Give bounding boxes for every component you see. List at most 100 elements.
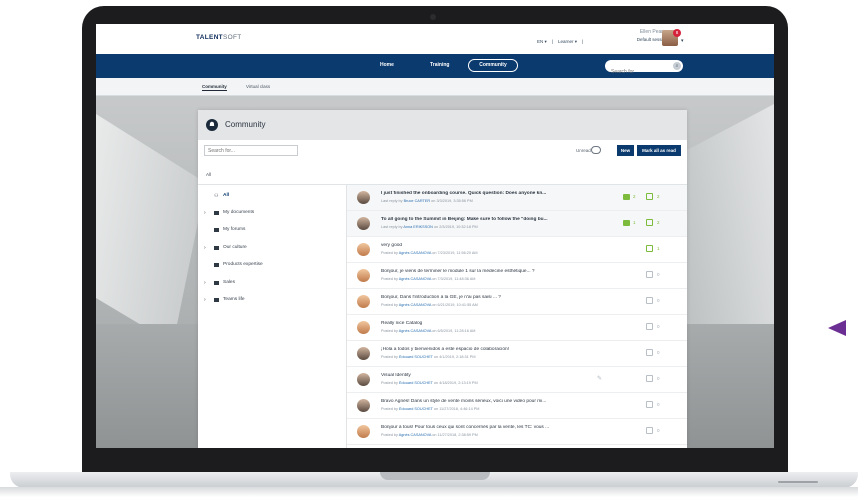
like-icon[interactable] xyxy=(646,427,653,434)
like-count: 0 xyxy=(657,350,660,355)
post-title[interactable]: Bravo Agnès! Dans un style de vente moin… xyxy=(381,399,603,404)
tree-item[interactable]: › Our culture xyxy=(198,241,346,255)
author-link[interactable]: Bruce CARTER xyxy=(404,199,431,203)
post-title[interactable]: I just finished the onboarding course. Q… xyxy=(381,191,603,196)
chevron-right-icon[interactable]: › xyxy=(204,210,206,216)
author-avatar[interactable] xyxy=(357,269,370,282)
post-meta-prefix: Posted by xyxy=(381,407,399,411)
notification-badge[interactable]: 8 xyxy=(673,29,681,37)
tree-item[interactable]: Products expertise xyxy=(198,258,346,272)
tree-item[interactable]: › Sales xyxy=(198,276,346,290)
author-link[interactable]: Agnès CASANOVA xyxy=(399,251,431,255)
author-avatar[interactable] xyxy=(357,295,370,308)
list-item[interactable]: I just finished the onboarding course. Q… xyxy=(347,185,687,211)
tree-item[interactable]: My forums xyxy=(198,223,346,237)
comment-count: 1 xyxy=(633,220,636,225)
separator: | xyxy=(551,39,553,44)
like-count: 0 xyxy=(657,298,660,303)
nav-home[interactable]: Home xyxy=(380,62,394,68)
user-menu-chevron-icon[interactable]: ▾ xyxy=(681,38,684,44)
like-count: 2 xyxy=(657,194,660,199)
like-icon[interactable] xyxy=(646,349,653,356)
list-item[interactable]: very good Posted by Agnès CASANOVA on 7/2… xyxy=(347,237,687,263)
community-search-input[interactable] xyxy=(204,145,298,156)
author-link[interactable]: Édouard SOUCHET xyxy=(399,381,433,385)
author-link[interactable]: Édouard SOUCHET xyxy=(399,407,433,411)
post-title[interactable]: Bonjour à tous! Pour tous ceux qui sont … xyxy=(381,425,603,430)
post-title[interactable]: Bonjour, Dans l'introduction à la GE, je… xyxy=(381,295,603,300)
nav-community[interactable]: Community xyxy=(468,59,518,72)
filter-all[interactable]: All xyxy=(206,172,211,177)
post-title[interactable]: ¡Hola a todos y bienvenidos a este espac… xyxy=(381,347,603,352)
list-item[interactable]: Really nice Catalog Posted by Agnès CASAN… xyxy=(347,315,687,341)
tab-virtual-class[interactable]: Virtual class xyxy=(246,84,270,89)
search-icon[interactable]: ⌕ xyxy=(673,62,681,70)
author-avatar[interactable] xyxy=(357,191,370,204)
nav-search-input[interactable] xyxy=(605,66,669,78)
author-link[interactable]: Agnès CASANOVA xyxy=(399,277,431,281)
list-item[interactable]: Bonjour, Dans l'introduction à la GE, je… xyxy=(347,289,687,315)
tree-item[interactable]: › My documents xyxy=(198,206,346,220)
post-title[interactable]: Bonjour, je viens de terminer le module … xyxy=(381,269,603,274)
unread-toggle[interactable] xyxy=(591,146,601,154)
post-meta: Posted by Agnès CASANOVA on 6/5/2019, 11… xyxy=(381,329,603,333)
tree-item[interactable]: › Teams life xyxy=(198,293,346,307)
list-item[interactable]: Bonjour, je viens de terminer le module … xyxy=(347,263,687,289)
laptop-mockup: TALENTSOFT EN ▾ | Learner ▾ | Ellen Pear… xyxy=(0,0,858,497)
post-meta-prefix: Last reply by xyxy=(381,225,404,229)
folder-icon xyxy=(214,246,219,250)
author-link[interactable]: Agnès CASANOVA xyxy=(399,433,431,437)
community-icon: ☗ xyxy=(206,119,218,131)
logo-suffix-text: SOFT xyxy=(222,34,242,41)
author-avatar[interactable] xyxy=(357,347,370,360)
list-item[interactable]: Bonjour à tous! Pour tous ceux qui sont … xyxy=(347,419,687,445)
like-icon[interactable] xyxy=(646,297,653,304)
list-item[interactable]: Visual Identity Posted by Édouard SOUCHET… xyxy=(347,367,687,393)
author-link[interactable]: Édouard SOUCHET xyxy=(399,355,433,359)
chevron-right-icon[interactable]: › xyxy=(204,245,206,251)
post-title[interactable]: Visual Identity xyxy=(381,373,603,378)
like-icon[interactable] xyxy=(646,271,653,278)
author-avatar[interactable] xyxy=(357,321,370,334)
like-icon[interactable] xyxy=(646,323,653,330)
talentsoft-logo[interactable]: TALENTSOFT xyxy=(196,34,242,41)
edit-icon[interactable]: ✎ xyxy=(597,375,602,382)
tab-community[interactable]: Community xyxy=(202,84,227,91)
post-meta: Posted by Agnès CASANOVA on 7/3/2019, 11… xyxy=(381,277,603,281)
author-avatar[interactable] xyxy=(357,243,370,256)
chevron-right-icon[interactable]: › xyxy=(204,280,206,286)
new-post-button[interactable]: New xyxy=(617,145,634,156)
author-avatar[interactable] xyxy=(357,217,370,230)
list-item[interactable]: Bravo Agnès! Dans un style de vente moin… xyxy=(347,393,687,419)
post-meta-prefix: Posted by xyxy=(381,251,399,255)
list-item[interactable]: ¡Hola a todos y bienvenidos a este espac… xyxy=(347,341,687,367)
like-icon[interactable] xyxy=(646,375,653,382)
author-avatar[interactable] xyxy=(357,425,370,438)
author-link[interactable]: Agnès CASANOVA xyxy=(399,329,431,333)
tree-item-label: Teams life xyxy=(223,297,245,302)
chevron-right-icon[interactable]: › xyxy=(204,297,206,303)
post-title[interactable]: Really nice Catalog xyxy=(381,321,603,326)
like-icon[interactable] xyxy=(646,401,653,408)
nav-training[interactable]: Training xyxy=(430,62,449,68)
separator: | xyxy=(581,39,584,44)
post-date: on 2/3/2019, 10:32:18 PM xyxy=(432,225,478,229)
author-avatar[interactable] xyxy=(357,399,370,412)
like-icon[interactable] xyxy=(646,245,653,252)
post-date: on 11/27/2018, 4:46:14 PM xyxy=(432,407,480,411)
language-selector[interactable]: EN ▾ xyxy=(537,39,547,45)
author-avatar[interactable] xyxy=(357,373,370,386)
like-icon[interactable] xyxy=(646,193,653,200)
folder-icon xyxy=(214,298,219,302)
author-link[interactable]: Anna ERIKSSON xyxy=(403,225,433,229)
mark-all-read-button[interactable]: Mark all as read xyxy=(637,145,681,156)
post-title[interactable]: To all going to the Summit in Beijing: M… xyxy=(381,217,603,222)
author-link[interactable]: Agnès CASANOVA xyxy=(399,303,431,307)
tree-item[interactable]: ⚇ All xyxy=(198,189,346,203)
role-selector[interactable]: Learner ▾ xyxy=(558,39,577,45)
list-item[interactable]: To all going to the Summit in Beijing: M… xyxy=(347,211,687,237)
top-bar: TALENTSOFT EN ▾ | Learner ▾ | Ellen Pear… xyxy=(96,24,774,54)
like-icon[interactable] xyxy=(646,219,653,226)
background-shelf-left xyxy=(96,114,206,344)
post-title[interactable]: very good xyxy=(381,243,603,248)
